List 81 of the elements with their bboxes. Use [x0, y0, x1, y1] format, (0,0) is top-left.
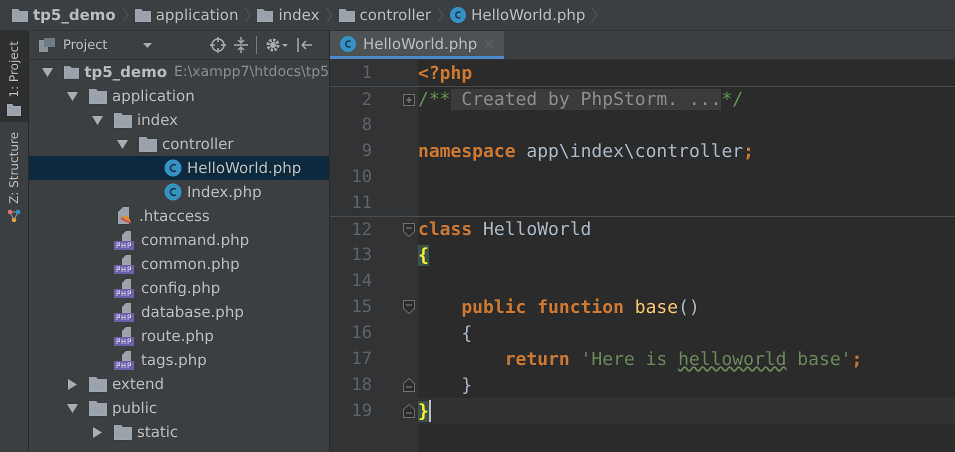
- chevron-icon: [437, 7, 444, 23]
- folder-icon: [89, 88, 107, 104]
- folder-icon: [12, 8, 28, 22]
- project-path: E:\xampp7\htdocs\tp5: [174, 64, 329, 80]
- tree-item[interactable]: .htaccess: [139, 207, 210, 225]
- collapse-fold-icon[interactable]: [403, 300, 415, 314]
- dropdown-caret-icon[interactable]: [143, 42, 152, 48]
- collapsed-arrow-icon[interactable]: [92, 426, 103, 438]
- folder-icon: [89, 400, 107, 416]
- collapse-fold-icon[interactable]: [403, 378, 415, 392]
- folder-icon: [134, 8, 151, 22]
- code-line: <?php: [418, 62, 472, 84]
- code-line: /** Created by PhpStorm. ...*/: [418, 89, 744, 110]
- chevron-icon: [122, 7, 129, 23]
- tree-item[interactable]: HelloWorld.php: [187, 159, 302, 177]
- class-icon: [450, 7, 466, 23]
- breadcrumb-item[interactable]: index: [278, 6, 320, 24]
- expand-fold-icon[interactable]: [403, 94, 415, 106]
- tree-item[interactable]: public: [112, 399, 158, 417]
- tree-item[interactable]: tp5_demo: [84, 63, 168, 81]
- folder-icon: [64, 64, 80, 80]
- class-icon: [164, 183, 182, 201]
- class-icon: [164, 159, 182, 177]
- collapse-all-icon[interactable]: [234, 37, 248, 53]
- collapsed-arrow-icon[interactable]: [67, 378, 78, 390]
- tree-item[interactable]: tags.php: [141, 351, 207, 369]
- expanded-arrow-icon[interactable]: [67, 90, 78, 102]
- breadcrumb-item[interactable]: tp5_demo: [33, 6, 116, 24]
- php-file-icon: [114, 326, 136, 346]
- folder-icon: [338, 8, 354, 22]
- php-file-icon: [114, 302, 136, 322]
- php-file-icon: [114, 254, 136, 274]
- folder-icon: [139, 136, 157, 152]
- collapse-fold-icon[interactable]: [403, 404, 415, 418]
- folder-icon: [257, 8, 274, 22]
- php-file-icon: [114, 230, 136, 250]
- breadcrumb-item[interactable]: HelloWorld.php: [471, 6, 586, 24]
- folder-icon: [89, 376, 107, 392]
- collapse-fold-icon[interactable]: [403, 222, 415, 236]
- code-line: }: [460, 374, 472, 396]
- tree-item[interactable]: controller: [162, 135, 234, 153]
- editor-tab[interactable]: HelloWorld.php: [330, 31, 504, 59]
- php-file-icon: [114, 350, 136, 370]
- settings-icon[interactable]: [265, 37, 289, 53]
- tree-item[interactable]: common.php: [141, 255, 240, 273]
- target-icon[interactable]: [210, 37, 226, 53]
- tree-item[interactable]: index: [137, 111, 178, 129]
- chevron-icon: [326, 7, 332, 23]
- class-icon: [340, 36, 356, 52]
- structure-icon: [7, 209, 21, 224]
- breadcrumb-item[interactable]: application: [156, 6, 238, 24]
- code-line: namespace app\index\controller;: [418, 140, 754, 162]
- expanded-arrow-icon[interactable]: [67, 402, 78, 414]
- selected-tree-row[interactable]: HelloWorld.php: [29, 156, 329, 180]
- code-line: {: [460, 322, 472, 344]
- tree-item[interactable]: Index.php: [187, 183, 262, 201]
- tree-item[interactable]: route.php: [141, 327, 214, 345]
- php-file-icon: [114, 278, 136, 298]
- expanded-arrow-icon[interactable]: [42, 66, 53, 78]
- code-line: class HelloWorld: [418, 219, 592, 240]
- breadcrumb-item[interactable]: controller: [360, 6, 432, 24]
- folder-icon: [114, 424, 132, 440]
- expanded-arrow-icon[interactable]: [117, 138, 128, 150]
- expanded-arrow-icon[interactable]: [92, 114, 103, 126]
- hide-panel-icon[interactable]: [297, 37, 313, 53]
- chevron-icon: [244, 7, 252, 23]
- code-line: public function base(): [460, 296, 700, 318]
- tree-item[interactable]: application: [112, 87, 195, 105]
- tool-window-tab[interactable]: 1: Project: [0, 31, 28, 122]
- tool-window-tab[interactable]: Z: Structure: [0, 122, 28, 230]
- tree-item[interactable]: database.php: [141, 303, 244, 321]
- tree-item[interactable]: extend: [112, 375, 164, 393]
- tree-item[interactable]: command.php: [141, 231, 250, 249]
- folder-icon: [114, 112, 132, 128]
- tree-item[interactable]: config.php: [141, 279, 220, 297]
- tree-item[interactable]: static: [137, 423, 178, 441]
- project-icon: [39, 38, 55, 52]
- chevron-icon: [591, 7, 598, 23]
- folder-icon: [7, 104, 21, 116]
- panel-title[interactable]: Project: [63, 38, 135, 52]
- code-line: return 'Here is helloworld base';: [504, 348, 862, 370]
